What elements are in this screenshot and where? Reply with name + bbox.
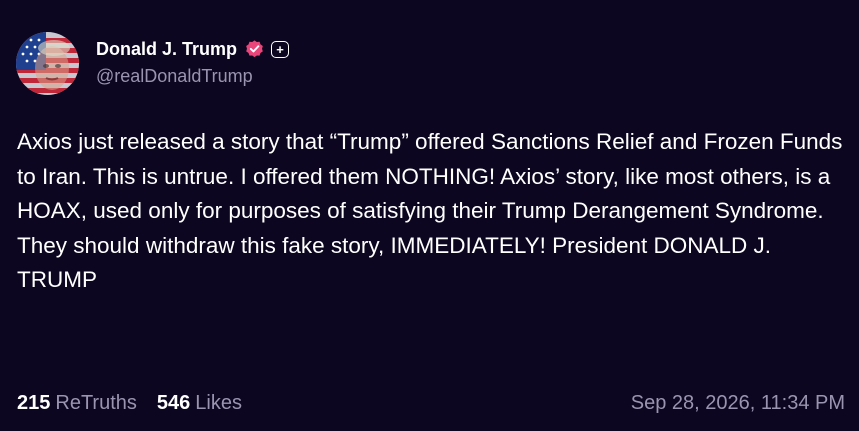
- name-row: Donald J. Trump +: [96, 36, 290, 62]
- author-display-name[interactable]: Donald J. Trump: [96, 39, 237, 60]
- author-handle[interactable]: @realDonaldTrump: [96, 66, 289, 87]
- post-footer: 215 ReTruths 546 Likes Sep 28, 2026, 11:…: [17, 386, 845, 420]
- verified-badge-icon: [244, 39, 265, 60]
- author-identity: Donald J. Trump + @realDonaldTrump: [96, 36, 290, 87]
- likes-count: 546: [156, 391, 191, 414]
- post-header: Donald J. Trump + @realDonaldTrump: [16, 32, 290, 96]
- retruths-label: ReTruths: [55, 391, 137, 414]
- post-timestamp[interactable]: Sep 28, 2026, 11:34 PM: [631, 392, 845, 415]
- post-content: Axios just released a story that “Trump”…: [17, 129, 843, 292]
- post-stats: 215 ReTruths 546 Likes: [17, 392, 262, 415]
- retruths-count: 215: [17, 391, 51, 414]
- flag-portrait-avatar-icon: [16, 32, 79, 95]
- avatar[interactable]: [16, 32, 79, 95]
- likes-stat[interactable]: 546 Likes: [157, 392, 242, 415]
- truth-post: Donald J. Trump + @realDonaldTrump Axios…: [0, 0, 859, 431]
- likes-label: Likes: [195, 391, 242, 414]
- retruths-stat[interactable]: 215 ReTruths: [17, 392, 137, 415]
- plus-badge-icon: +: [271, 40, 290, 58]
